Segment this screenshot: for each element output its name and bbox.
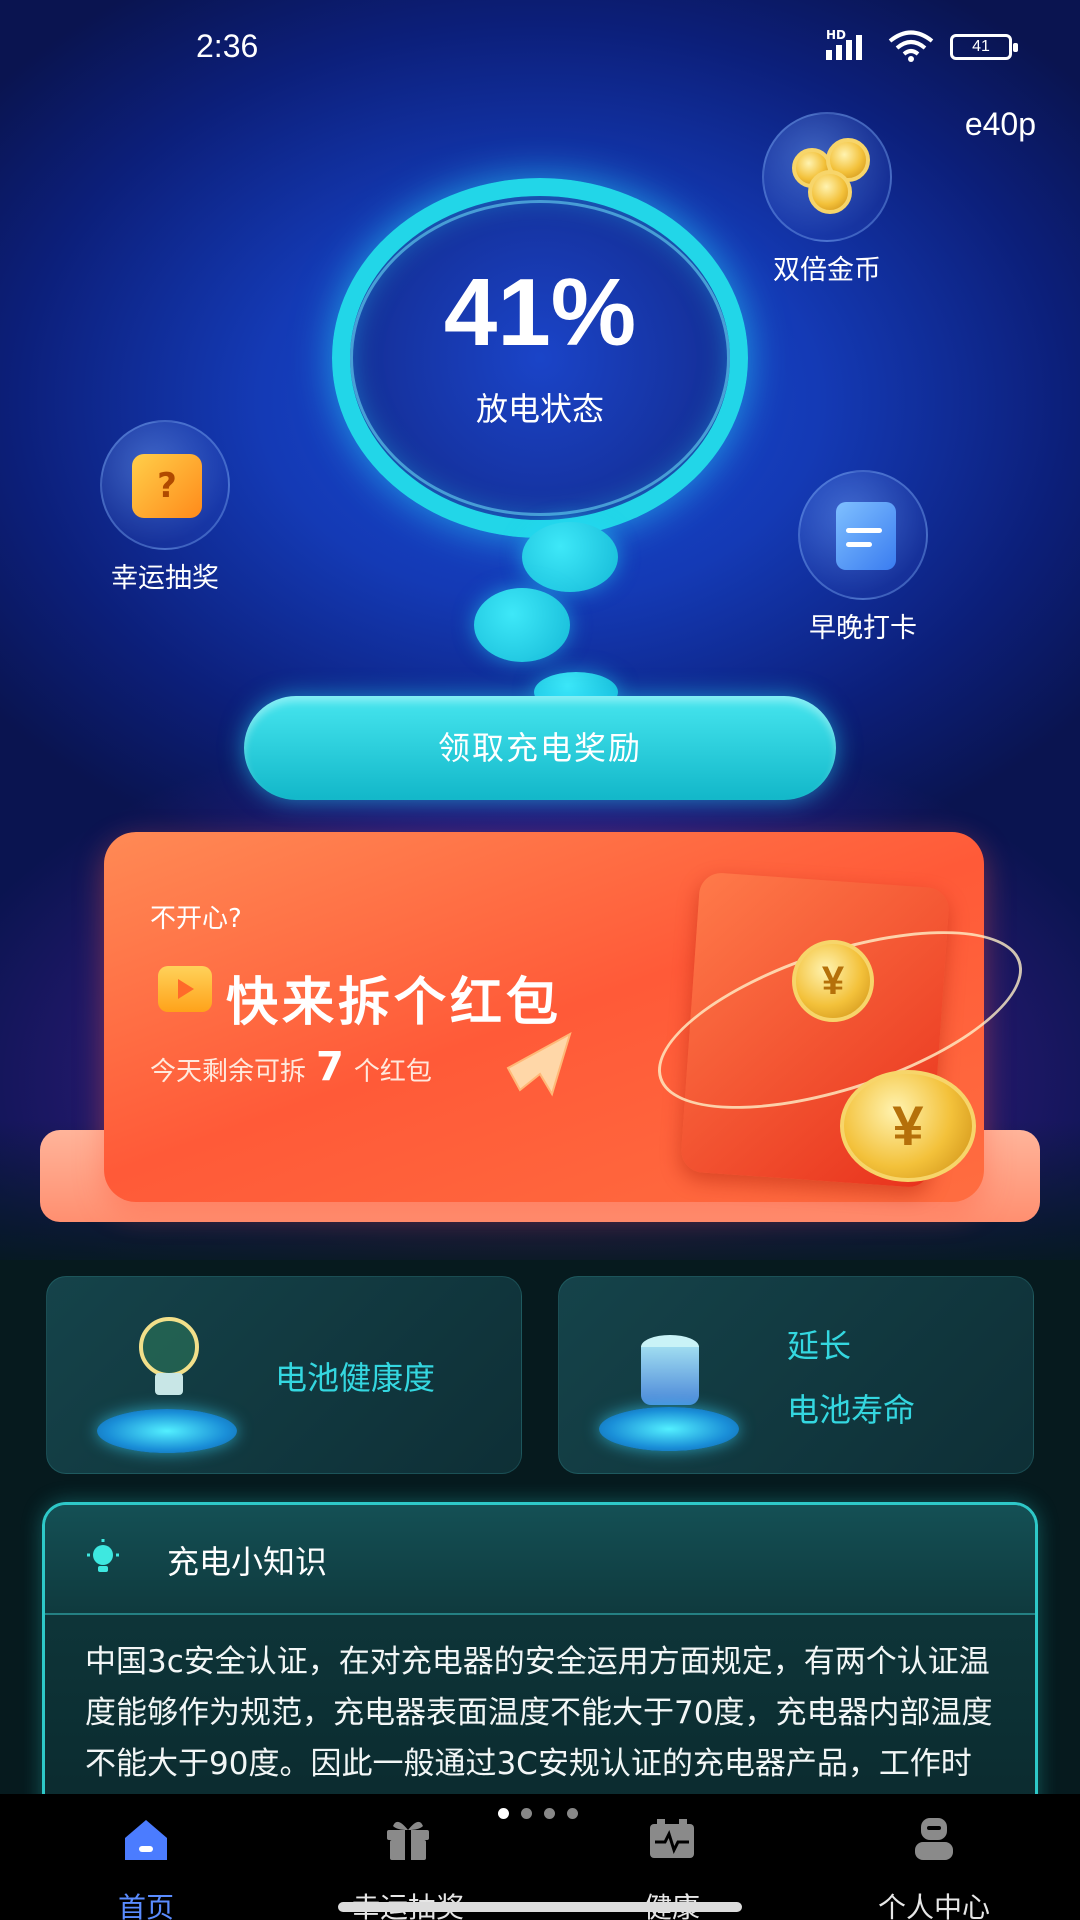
coin-stack-icon bbox=[762, 112, 892, 242]
arrow-pointer-icon bbox=[506, 1031, 572, 1097]
feature-double-coins[interactable]: 双倍金币 bbox=[742, 112, 912, 287]
feature-label: 幸运抽奖 bbox=[111, 563, 219, 594]
mystery-box-icon: ? bbox=[100, 420, 230, 550]
battery-life-label: 电池寿命 bbox=[787, 1391, 916, 1429]
tips-title: 充电小知识 bbox=[167, 1543, 328, 1581]
charge-percent: 41% bbox=[443, 259, 637, 366]
lightbulb-icon bbox=[87, 1539, 119, 1572]
nav-label: 个人中心 bbox=[877, 1891, 990, 1920]
home-icon bbox=[125, 1820, 167, 1860]
nav-label: 首页 bbox=[117, 1891, 174, 1920]
yuan-coin-icon: ¥ bbox=[840, 1070, 976, 1182]
battery-stack-icon bbox=[599, 1315, 739, 1465]
status-time: 2:36 bbox=[196, 28, 259, 64]
banner-title: 快来拆个红包 bbox=[226, 973, 563, 1033]
gift-icon bbox=[387, 1821, 429, 1860]
feature-label: 双倍金币 bbox=[773, 255, 881, 286]
signal-icon bbox=[826, 32, 862, 60]
play-tv-icon bbox=[158, 966, 212, 1012]
bubble-dot-2 bbox=[474, 588, 570, 662]
lightbulb-plant-icon bbox=[97, 1317, 237, 1457]
gesture-home-bar[interactable] bbox=[338, 1902, 742, 1912]
battery-health-card[interactable]: 电池健康度 bbox=[46, 1276, 522, 1474]
status-bar: 2:36 HD 41 bbox=[0, 0, 1080, 100]
feature-checkin[interactable]: 早晚打卡 bbox=[778, 470, 948, 645]
battery-pulse-icon bbox=[650, 1819, 694, 1858]
extend-label: 延长 bbox=[787, 1327, 852, 1365]
charging-tips-panel: 充电小知识 中国3c安全认证，在对充电器的安全运用方面规定，有两个认证温度能够作… bbox=[42, 1502, 1038, 1832]
page-indicator bbox=[498, 1808, 578, 1819]
claim-charge-reward-button[interactable]: 领取充电奖励 bbox=[244, 696, 836, 800]
remaining-suffix: 个红包 bbox=[353, 1057, 432, 1087]
nav-item-home[interactable]: 首页 bbox=[46, 1816, 246, 1920]
bubble-dot-1 bbox=[522, 522, 618, 592]
remaining-count: 7 bbox=[316, 1044, 344, 1090]
remaining-prefix: 今天剩余可拆 bbox=[150, 1057, 307, 1087]
user-icon bbox=[915, 1818, 953, 1860]
tips-header: 充电小知识 bbox=[45, 1505, 1035, 1615]
yuan-coin-icon: ¥ bbox=[792, 940, 874, 1022]
feature-label: 早晚打卡 bbox=[809, 613, 917, 644]
nav-item-profile[interactable]: 个人中心 bbox=[834, 1816, 1034, 1920]
charge-state: 放电状态 bbox=[475, 390, 604, 428]
feature-lucky-draw[interactable]: ? 幸运抽奖 bbox=[80, 420, 250, 595]
banner-remaining: 今天剩余可拆 7 个红包 bbox=[150, 1044, 432, 1090]
wifi-icon bbox=[888, 30, 934, 62]
banner-question: 不开心? bbox=[150, 904, 242, 934]
calendar-icon bbox=[798, 470, 928, 600]
extend-battery-life-card[interactable]: 延长 电池寿命 bbox=[558, 1276, 1034, 1474]
battery-health-label: 电池健康度 bbox=[275, 1359, 436, 1397]
corner-code: e40p bbox=[964, 106, 1036, 142]
battery-icon: 41 bbox=[950, 34, 1018, 60]
